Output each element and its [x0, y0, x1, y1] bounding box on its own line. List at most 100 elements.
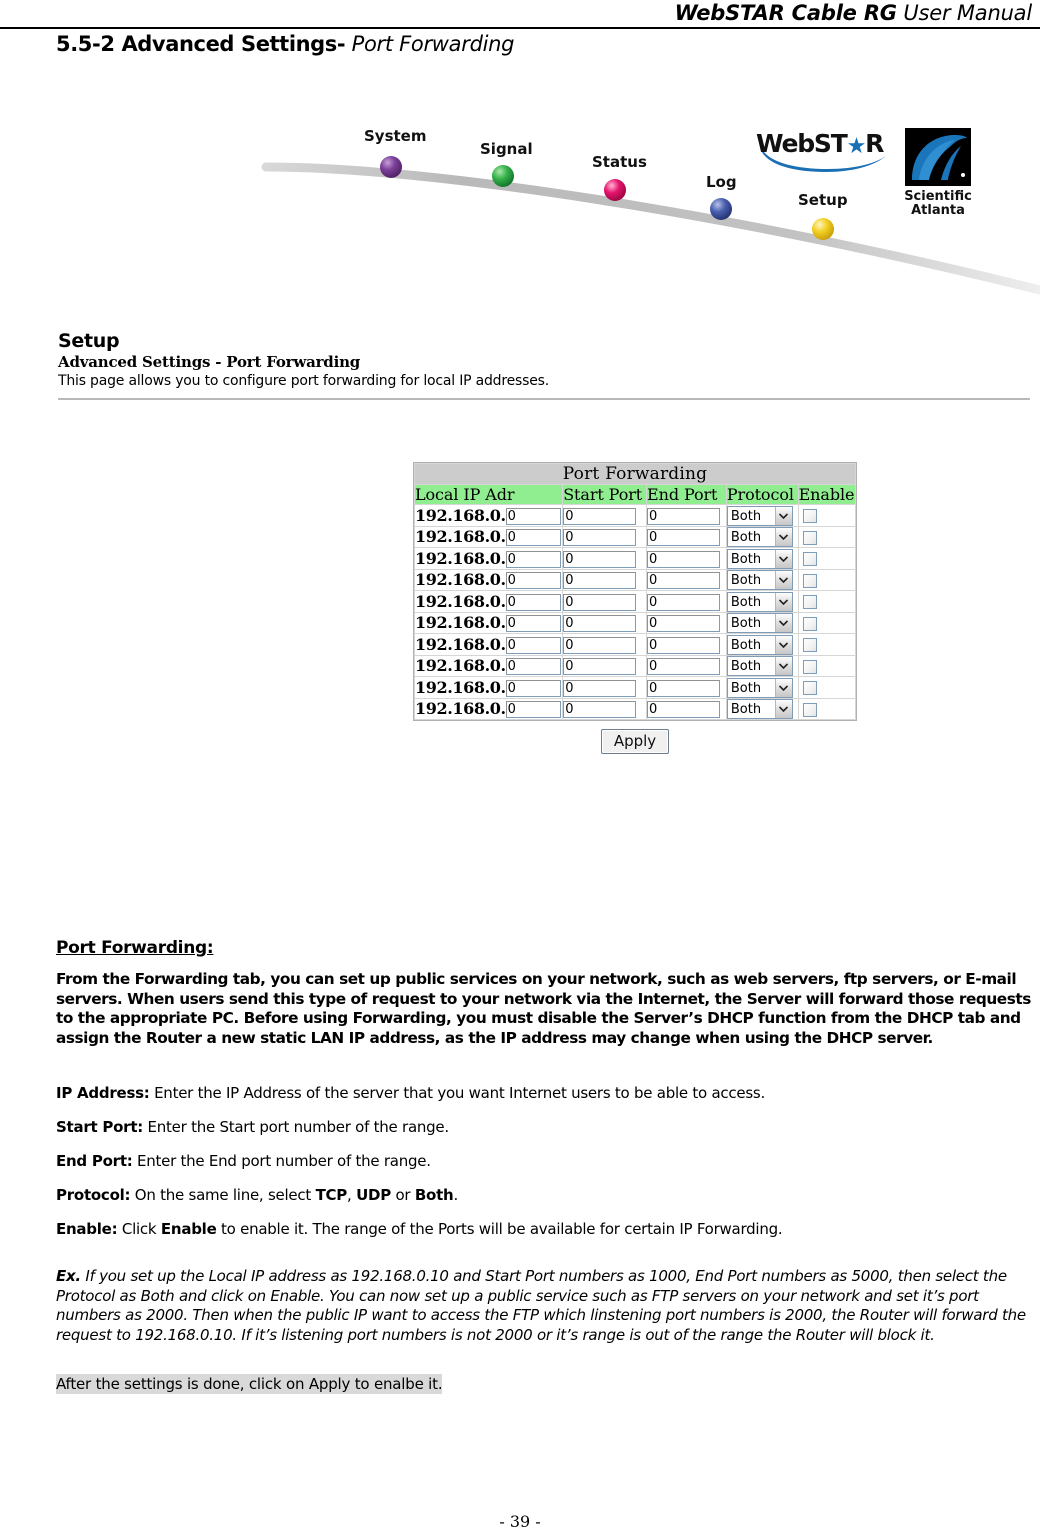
start-port-input[interactable] — [563, 593, 637, 611]
end-port-input[interactable] — [647, 615, 721, 633]
cell-end-port — [647, 612, 726, 633]
enable-checkbox[interactable] — [802, 573, 817, 588]
protocol-option-both: Both — [414, 1186, 454, 1204]
cell-protocol: Both — [726, 612, 798, 633]
start-port-input[interactable] — [563, 679, 637, 697]
nav-label-signal[interactable]: Signal — [480, 140, 533, 158]
enable-checkbox[interactable] — [802, 552, 817, 566]
end-port-input[interactable] — [647, 550, 721, 568]
nav-label-log[interactable]: Log — [706, 173, 737, 191]
end-port-input[interactable] — [647, 529, 721, 547]
ip-octet-input[interactable] — [505, 615, 561, 633]
start-port-input[interactable] — [563, 507, 637, 525]
cell-local-ip: 192.168.0. — [415, 612, 563, 633]
cell-end-port — [647, 698, 726, 719]
cell-enable — [798, 569, 855, 590]
cell-start-port — [563, 526, 647, 547]
enable-checkbox[interactable] — [802, 638, 817, 652]
protocol-select[interactable]: Both — [726, 570, 793, 590]
ip-prefix-label: 192.168.0. — [415, 656, 506, 676]
start-port-input[interactable] — [563, 572, 637, 590]
table-row: 192.168.0. Both — [415, 655, 855, 676]
start-port-input[interactable] — [563, 615, 637, 633]
ip-prefix-label: 192.168.0. — [415, 699, 506, 719]
chevron-down-icon[interactable] — [773, 678, 792, 697]
ip-octet-input[interactable] — [505, 679, 561, 697]
chevron-down-icon[interactable] — [773, 635, 792, 654]
protocol-select[interactable]: Both — [726, 656, 793, 676]
end-port-input[interactable] — [647, 507, 721, 525]
cell-end-port — [647, 505, 726, 526]
start-port-input[interactable] — [563, 658, 637, 676]
nav-label-setup[interactable]: Setup — [798, 191, 848, 209]
end-port-input[interactable] — [647, 572, 721, 590]
ip-octet-input[interactable] — [505, 701, 561, 719]
end-port-input[interactable] — [647, 658, 721, 676]
ip-octet-input[interactable] — [505, 529, 561, 547]
nav-dot-status — [604, 179, 626, 201]
protocol-select[interactable]: Both — [726, 591, 793, 612]
start-port-input[interactable] — [563, 550, 637, 568]
nav-dot-setup — [812, 218, 834, 240]
protocol-select[interactable]: Both — [726, 677, 793, 698]
table-row: 192.168.0. Both — [415, 569, 855, 590]
table-row: 192.168.0. Both — [415, 591, 855, 612]
chevron-down-icon[interactable] — [773, 614, 792, 632]
ip-prefix-label: 192.168.0. — [415, 505, 506, 525]
end-port-input[interactable] — [647, 636, 721, 654]
protocol-selected-value: Both — [730, 680, 762, 696]
ip-octet-input[interactable] — [505, 593, 561, 611]
ip-octet-input[interactable] — [505, 636, 561, 654]
protocol-sep-1: , — [347, 1186, 357, 1204]
nav-label-system[interactable]: System — [364, 127, 426, 145]
webstar-logo: WebST★R — [756, 127, 888, 175]
scientific-atlanta-text: Scientific Atlanta — [902, 190, 974, 218]
end-port-input[interactable] — [647, 593, 721, 611]
protocol-select[interactable]: Both — [726, 548, 793, 569]
protocol-select[interactable]: Both — [726, 613, 793, 633]
protocol-select[interactable]: Both — [726, 699, 793, 719]
sa-line-1: Scientific — [904, 189, 972, 204]
enable-checkbox[interactable] — [802, 702, 817, 717]
enable-checkbox[interactable] — [802, 681, 817, 695]
start-port-input[interactable] — [563, 636, 637, 654]
chevron-down-icon[interactable] — [773, 571, 792, 589]
protocol-selected-value: Both — [730, 530, 762, 545]
ip-octet-input[interactable] — [505, 658, 561, 676]
protocol-select[interactable]: Both — [726, 505, 793, 526]
cell-end-port — [647, 526, 726, 547]
ip-octet-input[interactable] — [505, 572, 561, 590]
apply-button[interactable]: Apply — [600, 729, 670, 754]
protocol-select[interactable]: Both — [726, 634, 793, 655]
cell-end-port — [647, 548, 726, 569]
start-port-input[interactable] — [563, 701, 637, 719]
enable-checkbox[interactable] — [802, 509, 817, 523]
chevron-down-icon[interactable] — [773, 592, 792, 611]
column-header-start-port: Start Port — [563, 485, 647, 504]
cell-local-ip: 192.168.0. — [415, 655, 563, 676]
chevron-down-icon[interactable] — [773, 506, 792, 525]
definition-protocol: Protocol: On the same line, select TCP, … — [56, 1186, 1034, 1205]
ip-octet-input[interactable] — [505, 507, 561, 525]
cell-local-ip: 192.168.0. — [415, 526, 563, 547]
chevron-down-icon[interactable] — [773, 657, 792, 675]
chevron-down-icon[interactable] — [773, 700, 792, 718]
ip-octet-input[interactable] — [505, 550, 561, 568]
table-row: 192.168.0. Both — [415, 612, 855, 633]
protocol-select[interactable]: Both — [726, 527, 793, 547]
chevron-down-icon[interactable] — [773, 528, 792, 546]
enable-checkbox[interactable] — [802, 530, 817, 545]
definitions-list: IP Address: Enter the IP Address of the … — [56, 1084, 1034, 1239]
protocol-selected-value: Both — [730, 508, 762, 524]
example-body: If you set up the Local IP address as 19… — [56, 1267, 1026, 1344]
cell-start-port — [563, 655, 647, 676]
cell-protocol: Both — [726, 548, 798, 569]
nav-label-status[interactable]: Status — [592, 153, 647, 171]
end-port-input[interactable] — [647, 701, 721, 719]
enable-checkbox[interactable] — [802, 595, 817, 609]
chevron-down-icon[interactable] — [773, 549, 792, 568]
end-port-input[interactable] — [647, 679, 721, 697]
start-port-input[interactable] — [563, 529, 637, 547]
enable-checkbox[interactable] — [802, 659, 817, 674]
enable-checkbox[interactable] — [802, 616, 817, 631]
